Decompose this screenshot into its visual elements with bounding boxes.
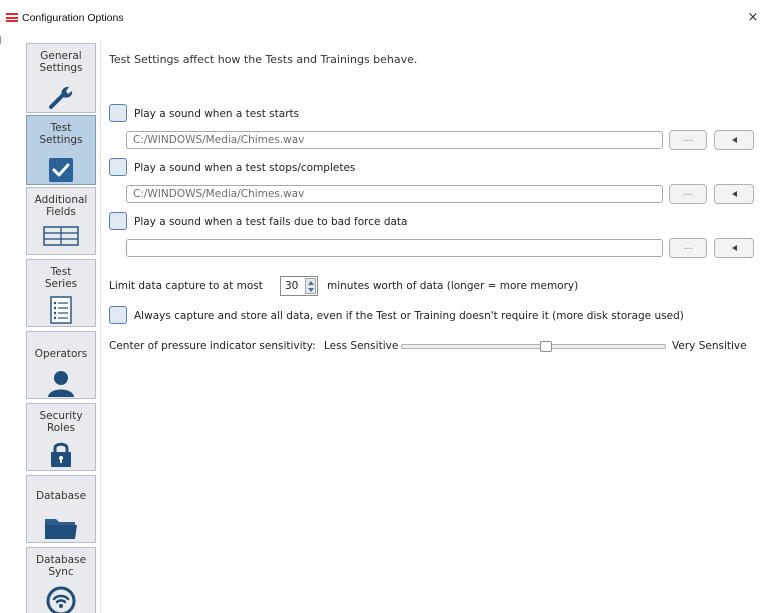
sound-fail-browse-button[interactable]: ... xyxy=(669,238,707,258)
spin-down-icon[interactable] xyxy=(308,288,314,292)
sidebar-item-additional-fields[interactable]: Additional Fields xyxy=(26,187,96,255)
sidebar-item-label: Database Sync xyxy=(35,554,87,578)
sidebar-item-label: Database xyxy=(35,490,87,502)
play-icon xyxy=(731,191,737,197)
sidebar-item-security-roles[interactable]: Security Roles xyxy=(26,403,96,471)
sidebar-item-operators[interactable]: Operators xyxy=(26,331,96,399)
intro-text: Test Settings affect how the Tests and T… xyxy=(109,53,418,66)
play-icon xyxy=(731,137,737,143)
always-capture-checkbox[interactable] xyxy=(109,306,127,324)
window-title: Configuration Options xyxy=(22,12,124,24)
lock-icon xyxy=(51,442,71,467)
minutes-spinner[interactable]: 30 xyxy=(280,276,318,296)
sound-fail-checkbox[interactable] xyxy=(109,212,127,230)
window-edge xyxy=(0,36,8,44)
sidebar-item-label: Security Roles xyxy=(39,410,83,434)
sidebar-item-database-sync[interactable]: Database Sync xyxy=(26,547,96,613)
sidebar-item-label: Operators xyxy=(34,348,88,360)
list-icon xyxy=(50,296,72,324)
limit-suffix-label: minutes worth of data (longer = more mem… xyxy=(327,280,579,292)
always-capture-label: Always capture and store all data, even … xyxy=(134,310,684,322)
sidebar: General Settings Test Settings Additiona… xyxy=(26,40,96,613)
spin-up-icon[interactable] xyxy=(308,281,314,285)
table-icon xyxy=(43,226,79,246)
very-sensitive-label: Very Sensitive xyxy=(672,340,747,352)
sound-stop-play-button[interactable] xyxy=(714,184,754,204)
close-button[interactable]: × xyxy=(745,9,761,27)
sidebar-item-test-settings[interactable]: Test Settings xyxy=(26,115,96,185)
sound-fail-path-field[interactable] xyxy=(126,239,663,257)
test-settings-panel: Test Settings affect how the Tests and T… xyxy=(100,40,763,613)
sound-stop-path-field[interactable]: C:/WINDOWS/Media/Chimes.wav xyxy=(126,185,663,203)
limit-prefix-label: Limit data capture to at most xyxy=(109,280,263,292)
sidebar-item-label: Test Settings xyxy=(39,122,83,146)
less-sensitive-label: Less Sensitive xyxy=(324,340,399,352)
sound-start-play-button[interactable] xyxy=(714,130,754,150)
checkmark-icon xyxy=(49,158,73,182)
sensitivity-slider[interactable] xyxy=(401,341,666,352)
sensitivity-slider-thumb[interactable] xyxy=(540,341,552,352)
wifi-sync-icon xyxy=(46,586,76,613)
sidebar-item-database[interactable]: Database xyxy=(26,475,96,543)
sound-start-path-field[interactable]: C:/WINDOWS/Media/Chimes.wav xyxy=(126,131,663,149)
wrench-icon xyxy=(49,86,73,109)
sound-fail-label: Play a sound when a test fails due to ba… xyxy=(134,216,408,228)
sound-stop-browse-button[interactable]: ... xyxy=(669,184,707,204)
sound-stop-label: Play a sound when a test stops/completes xyxy=(134,162,356,174)
sound-start-checkbox[interactable] xyxy=(109,104,127,122)
spinner-buttons xyxy=(305,278,316,294)
sidebar-item-label: Additional Fields xyxy=(34,194,88,218)
sound-start-browse-button[interactable]: ... xyxy=(669,130,707,150)
sound-start-label: Play a sound when a test starts xyxy=(134,108,300,120)
sidebar-item-label: Test Series xyxy=(44,266,78,290)
sensitivity-prefix-label: Center of pressure indicator sensitivity… xyxy=(109,340,316,352)
title-bar: Configuration Options × xyxy=(0,0,763,36)
play-icon xyxy=(731,245,737,251)
menu-lines-icon xyxy=(6,13,18,22)
sound-stop-checkbox[interactable] xyxy=(109,158,127,176)
folder-icon xyxy=(45,519,77,539)
sidebar-item-general-settings[interactable]: General Settings xyxy=(26,43,96,113)
sidebar-item-test-series[interactable]: Test Series xyxy=(26,259,96,327)
sidebar-item-label: General Settings xyxy=(39,50,83,74)
person-icon xyxy=(48,371,74,397)
sound-fail-play-button[interactable] xyxy=(714,238,754,258)
minutes-value[interactable]: 30 xyxy=(285,280,298,292)
